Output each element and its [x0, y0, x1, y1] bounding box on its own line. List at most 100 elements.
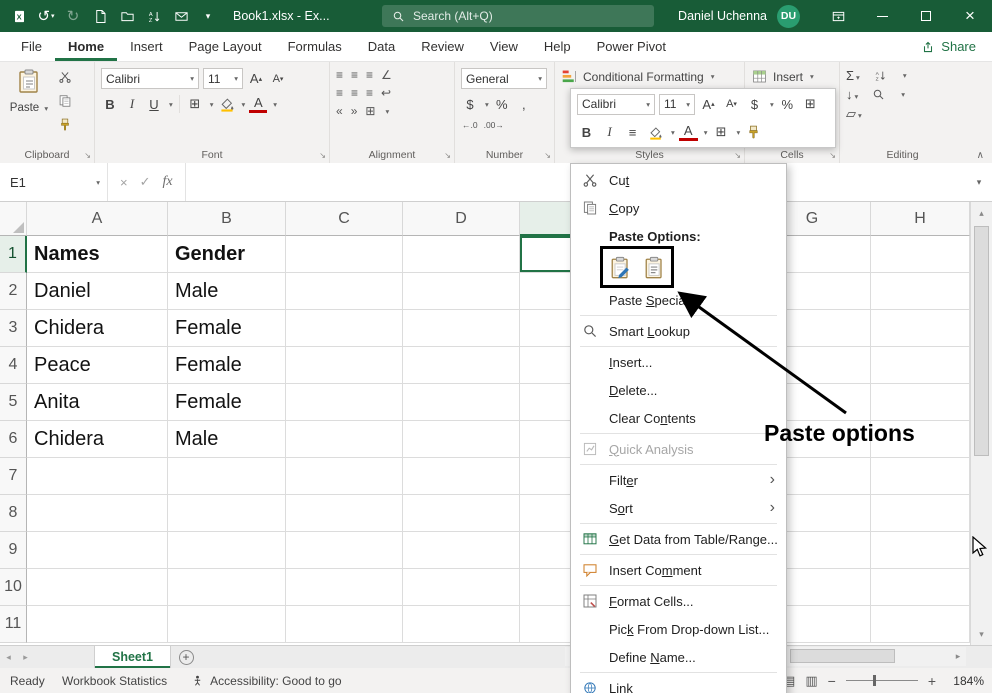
- cell-D4[interactable]: [403, 347, 520, 384]
- sort-ascending-button[interactable]: AZ: [145, 7, 163, 25]
- format-painter-icon[interactable]: [58, 118, 88, 137]
- collapse-ribbon-button[interactable]: ∧: [977, 150, 984, 161]
- share-button[interactable]: Share: [921, 32, 976, 61]
- bold-button[interactable]: B: [101, 94, 119, 114]
- cell-C2[interactable]: [286, 273, 403, 310]
- cell-B1[interactable]: Gender: [168, 236, 286, 273]
- mini-font-name-select[interactable]: Calibri▾: [577, 94, 655, 115]
- cell-H2[interactable]: [871, 273, 970, 310]
- zoom-in-button[interactable]: +: [928, 673, 936, 689]
- maximize-button[interactable]: [904, 0, 948, 32]
- cell-C6[interactable]: [286, 421, 403, 458]
- clipboard-dialog-launcher[interactable]: ↘: [84, 151, 91, 160]
- sheet-tab-sheet1[interactable]: Sheet1: [94, 646, 171, 668]
- mini-decrease-font-button[interactable]: A▾: [722, 94, 741, 115]
- align-left-icon[interactable]: ≡: [336, 86, 343, 100]
- find-select-button[interactable]: [872, 88, 885, 101]
- zoom-slider[interactable]: [846, 680, 918, 681]
- cell-B3[interactable]: Female: [168, 310, 286, 347]
- number-format-select[interactable]: General▾: [461, 68, 547, 89]
- row-header-9[interactable]: 9: [0, 532, 27, 569]
- cell-B11[interactable]: [168, 606, 286, 643]
- new-sheet-button[interactable]: +: [171, 646, 201, 668]
- email-button[interactable]: [172, 7, 190, 25]
- zoom-slider-thumb[interactable]: [873, 675, 876, 686]
- cell-C11[interactable]: [286, 606, 403, 643]
- align-top-icon[interactable]: ≡: [336, 68, 343, 82]
- cell-A1[interactable]: Names: [27, 236, 168, 273]
- mini-merge-button[interactable]: ⊞: [801, 94, 820, 115]
- search-box[interactable]: Search (Alt+Q): [382, 5, 654, 27]
- align-bottom-icon[interactable]: ≡: [366, 68, 373, 82]
- minimize-button[interactable]: [860, 0, 904, 32]
- expand-formula-bar-button[interactable]: ▾: [966, 163, 992, 201]
- cell-H1[interactable]: [871, 236, 970, 273]
- cell-B10[interactable]: [168, 569, 286, 606]
- cell-C4[interactable]: [286, 347, 403, 384]
- cut-icon[interactable]: [58, 70, 88, 89]
- decrease-font-size-button[interactable]: A▾: [269, 69, 287, 89]
- row-header-5[interactable]: 5: [0, 384, 27, 421]
- font-dialog-launcher[interactable]: ↘: [319, 151, 326, 160]
- mini-borders-button[interactable]: ⊞: [712, 122, 731, 143]
- cell-D1[interactable]: [403, 236, 520, 273]
- ribbon-display-options-button[interactable]: [816, 0, 860, 32]
- alignment-dialog-launcher[interactable]: ↘: [444, 151, 451, 160]
- cell-A3[interactable]: Chidera: [27, 310, 168, 347]
- cell-C9[interactable]: [286, 532, 403, 569]
- enter-icon[interactable]: ✓: [140, 174, 151, 190]
- zoom-level[interactable]: 184%: [946, 674, 984, 688]
- fill-color-button[interactable]: [218, 94, 236, 114]
- menu-item-pick-from-drop-down-list[interactable]: Pick From Drop-down List...: [571, 615, 786, 643]
- cell-D3[interactable]: [403, 310, 520, 347]
- cell-A5[interactable]: Anita: [27, 384, 168, 421]
- scroll-up-icon[interactable]: ▴: [971, 204, 992, 222]
- cell-B6[interactable]: Male: [168, 421, 286, 458]
- cell-B5[interactable]: Female: [168, 384, 286, 421]
- comma-style-button[interactable]: ,: [515, 94, 533, 114]
- menu-item-link[interactable]: Link: [571, 674, 786, 693]
- ribbon-tab-page-layout[interactable]: Page Layout: [176, 32, 275, 61]
- open-file-button[interactable]: [118, 7, 136, 25]
- borders-button[interactable]: ⊞: [186, 94, 204, 114]
- align-center-icon[interactable]: ≡: [351, 86, 358, 100]
- align-middle-icon[interactable]: ≡: [351, 68, 358, 82]
- cell-D9[interactable]: [403, 532, 520, 569]
- cell-C5[interactable]: [286, 384, 403, 421]
- styles-dialog-launcher[interactable]: ↘: [734, 151, 741, 160]
- close-button[interactable]: ×: [948, 0, 992, 32]
- align-right-icon[interactable]: ≡: [366, 86, 373, 100]
- menu-item-smart-lookup[interactable]: Smart Lookup: [571, 317, 786, 345]
- cell-B2[interactable]: Male: [168, 273, 286, 310]
- paste-button[interactable]: Paste ▾: [6, 68, 52, 114]
- scroll-down-icon[interactable]: ▾: [971, 625, 992, 643]
- row-header-4[interactable]: 4: [0, 347, 27, 384]
- column-header-a[interactable]: A: [27, 202, 168, 236]
- mini-italic-button[interactable]: I: [600, 122, 619, 143]
- cell-B8[interactable]: [168, 495, 286, 532]
- menu-item-get-data-from-table-range[interactable]: Get Data from Table/Range...: [571, 525, 786, 553]
- next-sheet-icon[interactable]: ▸: [17, 646, 34, 668]
- row-header-1[interactable]: 1: [0, 236, 27, 273]
- cell-A2[interactable]: Daniel: [27, 273, 168, 310]
- menu-item-format-cells[interactable]: Format Cells...: [571, 587, 786, 615]
- ribbon-tab-help[interactable]: Help: [531, 32, 584, 61]
- menu-item-copy[interactable]: Copy: [571, 194, 786, 222]
- menu-item-define-name[interactable]: Define Name...: [571, 643, 786, 671]
- undo-button[interactable]: ↺▾: [37, 7, 55, 25]
- new-file-button[interactable]: [91, 7, 109, 25]
- number-dialog-launcher[interactable]: ↘: [544, 151, 551, 160]
- menu-item-clear-contents[interactable]: Clear Contents: [571, 404, 786, 432]
- column-header-h[interactable]: H: [871, 202, 970, 236]
- workbook-statistics-button[interactable]: Workbook Statistics: [62, 674, 167, 688]
- menu-item-insert-comment[interactable]: Insert Comment: [571, 556, 786, 584]
- mini-percent-button[interactable]: %: [778, 94, 797, 115]
- cell-H8[interactable]: [871, 495, 970, 532]
- cell-D10[interactable]: [403, 569, 520, 606]
- increase-indent-icon[interactable]: »: [351, 104, 358, 118]
- cell-D6[interactable]: [403, 421, 520, 458]
- menu-item-delete[interactable]: Delete...: [571, 376, 786, 404]
- row-header-8[interactable]: 8: [0, 495, 27, 532]
- cell-H7[interactable]: [871, 458, 970, 495]
- underline-button[interactable]: U: [145, 94, 163, 114]
